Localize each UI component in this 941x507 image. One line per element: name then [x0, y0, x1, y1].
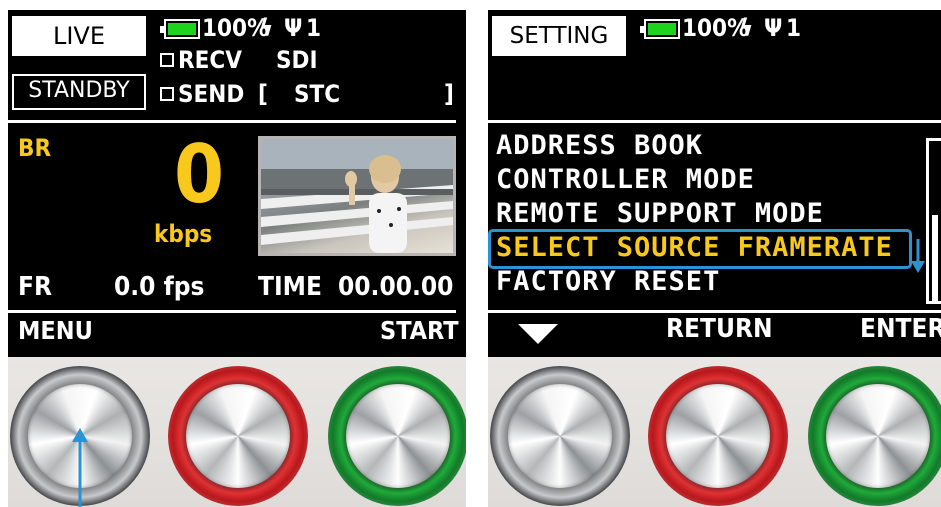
device-screen: LIVE STANDBY 100% ϟ Ψ 1 RECV SDI SEND [ … [8, 10, 466, 357]
lightning-icon: ϟ [739, 14, 754, 42]
menu-item-select-source-framerate[interactable]: SELECT SOURCE FRAMERATE [496, 232, 893, 263]
battery-icon [160, 19, 200, 39]
sdi-label: SDI [276, 46, 318, 74]
fr-label: FR [18, 272, 52, 302]
send-indicator: SEND [160, 80, 244, 108]
antenna-icon: Ψ [284, 14, 303, 42]
frame-rate-value: 0.0 fps [114, 272, 205, 302]
recv-indicator: RECV [160, 46, 242, 74]
lightning-icon: ϟ [259, 14, 274, 42]
menu-item-factory-reset[interactable]: FACTORY RESET [496, 266, 720, 297]
divider [8, 310, 456, 313]
menu-item-remote-support-mode[interactable]: REMOTE SUPPORT MODE [496, 198, 824, 229]
down-hardware-button[interactable] [490, 366, 630, 506]
enter-hardware-button[interactable] [808, 366, 941, 506]
softkey-start: START [380, 316, 459, 345]
video-preview-thumbnail [258, 136, 456, 256]
menu-item-address-book[interactable]: ADDRESS BOOK [496, 130, 703, 161]
preview-image [261, 139, 453, 253]
scrollbar-thumb[interactable] [932, 215, 938, 301]
time-value: 00.00.00 [338, 272, 454, 302]
setting-mode-box: SETTING [492, 16, 626, 56]
br-label: BR [18, 134, 52, 162]
bitrate-unit: kbps [154, 220, 213, 248]
battery-icon [640, 19, 680, 39]
signal-count: 1 [306, 14, 322, 42]
live-mode-box: LIVE [12, 16, 146, 56]
divider [8, 120, 456, 123]
live-standby-panel: LIVE STANDBY 100% ϟ Ψ 1 RECV SDI SEND [ … [8, 10, 466, 507]
stc-bracket-close: ] [444, 80, 454, 108]
softkey-return: RETURN [666, 314, 773, 344]
setting-menu-panel: SETTING 100% ϟ Ψ 1 ADDRESS BOOK CONTROLL… [488, 10, 941, 507]
stc-bracket-open: [ [258, 80, 268, 108]
menu-item-controller-mode[interactable]: CONTROLLER MODE [496, 164, 755, 195]
down-arrow-icon [911, 239, 925, 273]
scrollbar[interactable] [926, 138, 941, 304]
send-checkbox-icon [160, 87, 174, 101]
recv-checkbox-icon [160, 53, 174, 67]
red-hardware-button[interactable] [168, 366, 308, 506]
softkey-enter: ENTER [860, 314, 941, 344]
up-arrow-icon [72, 428, 88, 507]
signal-count: 1 [786, 14, 802, 42]
softkey-down-triangle-icon [518, 324, 558, 344]
bitrate-value: 0 [174, 128, 225, 221]
stc-label: STC [294, 80, 341, 108]
softkey-menu: MENU [18, 316, 93, 345]
device-screen: SETTING 100% ϟ Ψ 1 ADDRESS BOOK CONTROLL… [488, 10, 941, 357]
standby-status-box: STANDBY [12, 74, 146, 110]
antenna-icon: Ψ [764, 14, 783, 42]
return-hardware-button[interactable] [648, 366, 788, 506]
time-label: TIME [258, 272, 322, 302]
divider [488, 120, 941, 123]
green-hardware-button[interactable] [328, 366, 466, 506]
divider [488, 310, 941, 313]
